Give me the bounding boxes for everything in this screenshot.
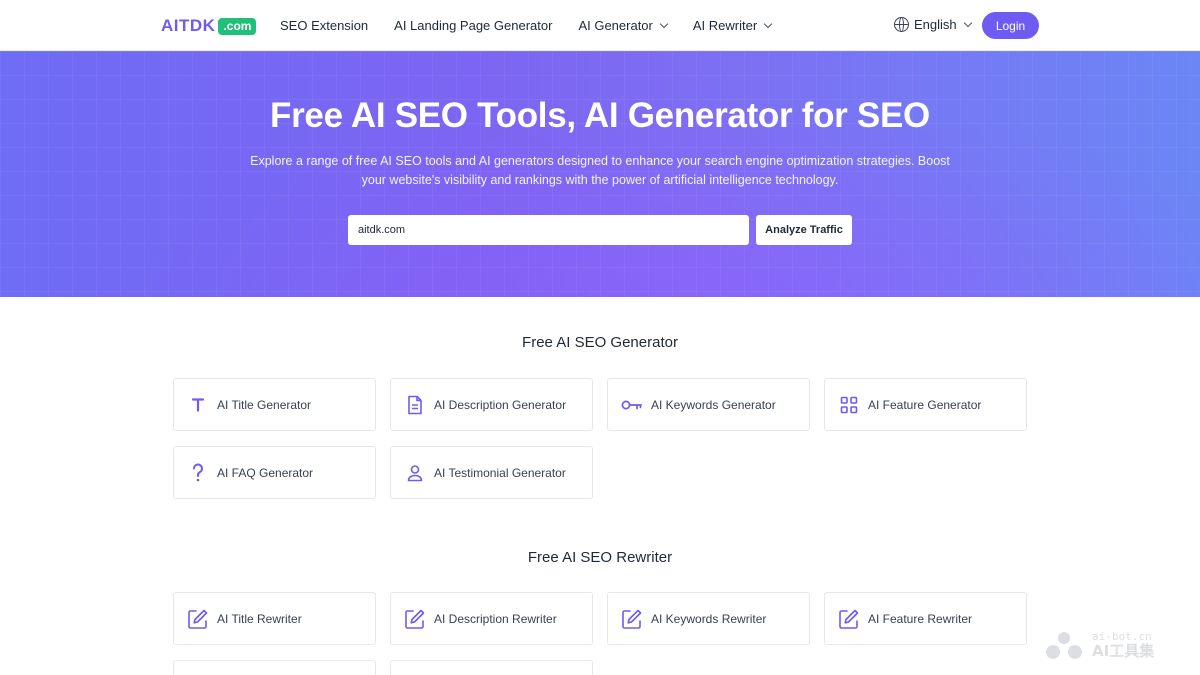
tool-card-ai-description-generator[interactable]: AI Description Generator [390,378,593,431]
nav-ai-landing-page-generator[interactable]: AI Landing Page Generator [394,18,552,33]
hero-subtitle-line1: Explore a range of free AI SEO tools and… [250,154,950,168]
hero-subtitle-line2: your website's visibility and rankings w… [361,172,839,187]
grid-icon [838,394,860,416]
edit-icon [838,608,860,630]
tool-card-partial[interactable] [390,660,593,675]
watermark-brand: AI工具集 [1092,641,1155,660]
document-icon [404,394,426,416]
language-label: English [914,17,957,32]
watermark: ai-bot.cn AI工具集 [1042,630,1154,660]
logo[interactable]: AITDK .com [161,16,257,36]
tool-card-label: AI Feature Rewriter [868,612,973,626]
nav-ai-rewriter[interactable]: AI Rewriter [692,18,773,33]
globe-icon [894,17,909,32]
main-nav: SEO Extension AI Landing Page Generator … [280,0,797,51]
hero-subtitle: Explore a range of free AI SEO tools and… [245,152,955,189]
nav-ai-generator[interactable]: AI Generator [578,18,669,33]
domain-search-input[interactable] [348,215,749,245]
generator-section-title: Free AI SEO Generator [522,334,678,351]
question-icon [187,462,209,484]
login-button[interactable]: Login [982,12,1039,39]
tool-card-ai-title-rewriter[interactable]: AI Title Rewriter [173,592,376,645]
chevron-down-icon [963,18,972,27]
tool-card-label: AI Keywords Generator [651,398,776,412]
nav-label: AI Generator [578,18,653,33]
hero-banner: Free AI SEO Tools, AI Generator for SEO … [0,51,1200,297]
nav-label: AI Landing Page Generator [394,18,553,33]
rewriter-section-title: Free AI SEO Rewriter [527,549,673,566]
tool-card-ai-description-rewriter[interactable]: AI Description Rewriter [390,592,593,645]
tool-card-label: AI Feature Generator [868,398,982,412]
tool-card-label: AI Testimonial Generator [434,466,566,480]
tool-card-ai-keywords-generator[interactable]: AI Keywords Generator [607,378,810,431]
key-icon [621,394,643,416]
tool-card-label: AI Description Generator [434,398,567,412]
tool-card-label: AI Keywords Rewriter [651,612,767,626]
edit-icon [621,608,643,630]
tool-card-ai-testimonial-generator[interactable]: AI Testimonial Generator [390,446,593,499]
watermark-logo-icon [1046,632,1082,659]
user-icon [404,462,426,484]
watermark-url: ai-bot.cn [1092,629,1152,643]
tool-card-ai-feature-rewriter[interactable]: AI Feature Rewriter [824,592,1027,645]
chevron-down-icon [659,19,669,28]
hero-title: Free AI SEO Tools, AI Generator for SEO [270,96,930,135]
analyze-traffic-button[interactable]: Analyze Traffic [756,215,852,245]
tool-card-label: AI Title Rewriter [217,612,302,626]
tool-card-label: AI Description Rewriter [434,612,557,626]
nav-label: AI Rewriter [692,18,758,33]
tool-card-ai-faq-generator[interactable]: AI FAQ Generator [173,446,376,499]
edit-icon [404,608,426,630]
title-t-icon [187,394,209,416]
tool-card-label: AI Title Generator [217,398,312,412]
edit-icon [187,608,209,630]
tool-card-ai-keywords-rewriter[interactable]: AI Keywords Rewriter [607,592,810,645]
chevron-down-icon [763,19,773,28]
nav-seo-extension[interactable]: SEO Extension [280,18,368,33]
tool-card-ai-feature-generator[interactable]: AI Feature Generator [824,378,1027,431]
tool-card-ai-title-generator[interactable]: AI Title Generator [173,378,376,431]
nav-label: SEO Extension [280,18,369,33]
language-selector[interactable]: English [894,17,972,32]
tool-card-partial[interactable] [173,660,376,675]
logo-text: AITDK [161,16,216,35]
logo-badge: .com [218,17,257,35]
tool-card-label: AI FAQ Generator [217,466,314,480]
top-navbar: AITDK .com SEO Extension AI Landing Page… [0,0,1200,51]
